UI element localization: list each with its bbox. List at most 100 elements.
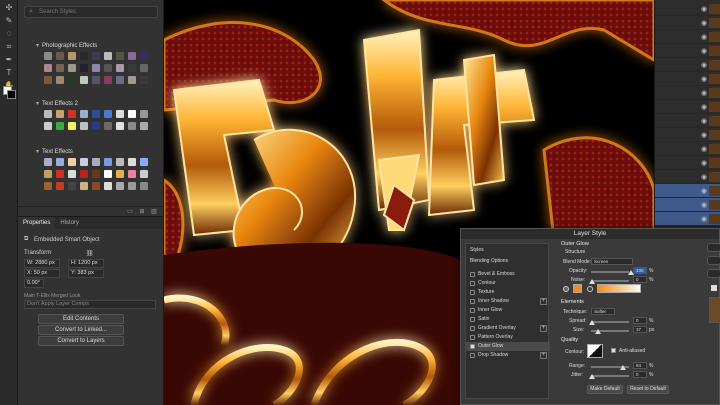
style-swatch[interactable] [92, 110, 100, 118]
visibility-eye-icon[interactable]: ◉ [701, 173, 707, 181]
style-swatch[interactable] [92, 182, 100, 190]
height-field[interactable]: H: 1200 px [68, 259, 104, 268]
style-swatch[interactable] [128, 170, 136, 178]
style-swatch[interactable] [116, 76, 124, 84]
style-swatch[interactable] [92, 76, 100, 84]
style-swatch[interactable] [44, 158, 52, 166]
ok-button[interactable] [707, 243, 720, 252]
visibility-eye-icon[interactable]: ◉ [701, 5, 707, 13]
effect-checkbox[interactable] [470, 335, 475, 340]
style-swatch[interactable] [128, 182, 136, 190]
visibility-eye-icon[interactable]: ◉ [701, 33, 707, 41]
visibility-eye-icon[interactable]: ◉ [701, 75, 707, 83]
style-swatch[interactable] [104, 110, 112, 118]
size-field[interactable]: 37 [633, 326, 647, 333]
style-swatch[interactable] [116, 64, 124, 72]
technique-select[interactable]: Softer [591, 308, 615, 315]
blending-options[interactable]: Blending Options [470, 258, 508, 264]
style-swatch[interactable] [128, 76, 136, 84]
style-swatch[interactable] [44, 52, 52, 60]
visibility-eye-icon[interactable]: ◉ [701, 117, 707, 125]
style-swatch[interactable] [128, 158, 136, 166]
effect-checkbox[interactable] [470, 317, 475, 322]
gradient-radio[interactable] [587, 286, 593, 292]
layer-row[interactable]: ◉ [655, 142, 720, 156]
style-swatch[interactable] [56, 76, 64, 84]
visibility-eye-icon[interactable]: ◉ [701, 187, 707, 195]
move-tool-icon[interactable]: ✣ [2, 2, 16, 13]
visibility-eye-icon[interactable]: ◉ [701, 201, 707, 209]
style-swatch[interactable] [68, 182, 76, 190]
style-swatch[interactable] [68, 110, 76, 118]
effect-item[interactable]: Inner Shadow + [466, 297, 550, 306]
style-swatch[interactable] [44, 64, 52, 72]
effect-checkbox[interactable] [470, 326, 475, 331]
style-swatch[interactable] [56, 158, 64, 166]
layer-row[interactable]: ◉ [655, 198, 720, 212]
background-color-swatch[interactable] [7, 90, 16, 99]
styles-search-input[interactable]: ⌕ Search Styles [24, 6, 158, 18]
style-swatch[interactable] [68, 76, 76, 84]
layer-row[interactable]: ◉ [655, 16, 720, 30]
folder-icon[interactable]: ▭ [126, 208, 134, 215]
style-swatch[interactable] [68, 122, 76, 130]
jitter-slider-knob[interactable] [589, 374, 595, 379]
layer-row[interactable]: ◉ [655, 100, 720, 114]
style-swatch[interactable] [80, 64, 88, 72]
jitter-field[interactable]: 0 [633, 371, 647, 378]
style-swatch[interactable] [56, 122, 64, 130]
visibility-eye-icon[interactable]: ◉ [701, 145, 707, 153]
effect-item[interactable]: Outer Glow [466, 342, 550, 351]
effect-item[interactable]: Drop Shadow + [466, 351, 550, 360]
style-swatch[interactable] [104, 52, 112, 60]
style-swatch[interactable] [116, 170, 124, 178]
style-swatch[interactable] [104, 76, 112, 84]
opacity-slider[interactable] [591, 271, 629, 273]
style-swatch[interactable] [92, 64, 100, 72]
style-swatch[interactable] [80, 76, 88, 84]
visibility-eye-icon[interactable]: ◉ [701, 89, 707, 97]
style-swatch[interactable] [56, 182, 64, 190]
opacity-field[interactable]: 100 [633, 267, 647, 274]
style-swatch[interactable] [80, 182, 88, 190]
convert-to-linked-button[interactable]: Convert to Linked... [38, 325, 124, 335]
style-swatch[interactable] [68, 64, 76, 72]
effect-item[interactable]: Inner Glow [466, 306, 550, 315]
trash-icon[interactable]: ▥ [150, 208, 158, 215]
style-swatch[interactable] [68, 52, 76, 60]
style-swatch[interactable] [44, 170, 52, 178]
x-field[interactable]: X: 50 px [24, 269, 60, 278]
reset-default-button[interactable]: Reset to Default [627, 385, 669, 394]
visibility-eye-icon[interactable]: ◉ [701, 19, 707, 27]
effect-checkbox[interactable] [470, 344, 475, 349]
layer-row[interactable]: ◉ [655, 170, 720, 184]
glow-color-swatch[interactable] [573, 284, 582, 293]
glow-gradient-picker[interactable] [597, 284, 641, 293]
effect-checkbox[interactable] [470, 272, 475, 277]
spread-slider-knob[interactable] [589, 320, 595, 325]
add-effect-icon[interactable]: + [540, 352, 547, 359]
effect-item[interactable]: Satin [466, 315, 550, 324]
style-swatch[interactable] [116, 158, 124, 166]
style-swatch[interactable] [128, 122, 136, 130]
effect-checkbox[interactable] [470, 290, 475, 295]
layer-comp-select[interactable]: Don't Apply Layer Comps [24, 300, 156, 309]
style-swatch[interactable] [140, 110, 148, 118]
layer-row[interactable]: ◉ [655, 128, 720, 142]
style-swatch[interactable] [128, 64, 136, 72]
visibility-eye-icon[interactable]: ◉ [701, 103, 707, 111]
cancel-button[interactable] [707, 256, 720, 265]
convert-to-layers-button[interactable]: Convert to Layers [38, 336, 124, 346]
visibility-eye-icon[interactable]: ◉ [701, 47, 707, 55]
effect-checkbox[interactable] [470, 308, 475, 313]
contour-picker[interactable] [587, 344, 603, 358]
style-swatch[interactable] [128, 52, 136, 60]
brush-tool-icon[interactable]: ✎ [2, 15, 16, 26]
style-swatch[interactable] [140, 170, 148, 178]
anti-aliased-checkbox[interactable] [611, 348, 616, 353]
effect-item[interactable]: Contour [466, 279, 550, 288]
style-swatch[interactable] [80, 158, 88, 166]
layer-row[interactable]: ◉ [655, 212, 720, 226]
style-swatch[interactable] [44, 182, 52, 190]
layer-row[interactable]: ◉ [655, 44, 720, 58]
